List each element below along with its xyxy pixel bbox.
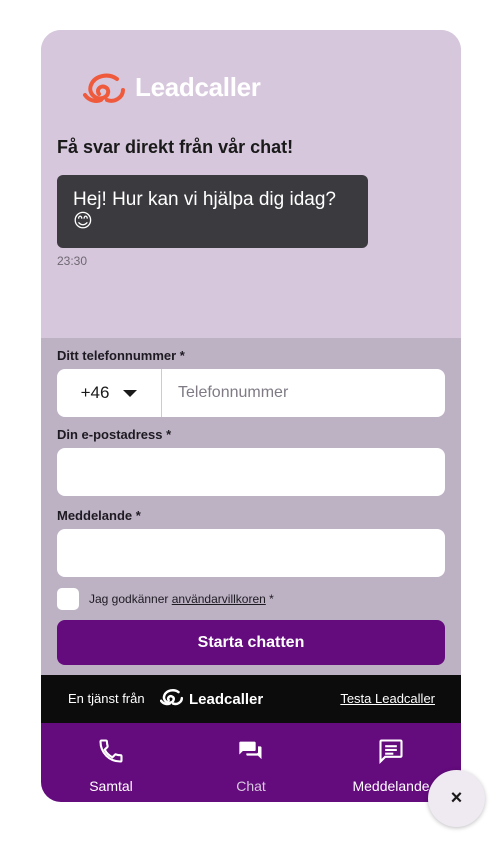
message-label: Meddelande * <box>57 508 141 523</box>
leadcaller-logo-icon <box>159 688 184 711</box>
chevron-down-icon <box>123 389 138 397</box>
footer-logo-text: Leadcaller <box>189 691 264 708</box>
nav-item-chat[interactable]: Chat <box>181 723 321 802</box>
consent-text: Jag godkänner användarvillkoren * <box>89 592 274 606</box>
chat-widget: Leadcaller Få svar direkt från vår chat!… <box>41 30 461 802</box>
nav-label-samtal: Samtal <box>89 778 133 794</box>
country-code-select[interactable]: +46 <box>57 369 162 417</box>
consent-suffix: * <box>265 592 274 606</box>
terms-link[interactable]: användarvillkoren <box>172 592 266 606</box>
brand-name: Leadcaller <box>135 72 261 102</box>
phone-icon <box>97 737 125 770</box>
email-label: Din e-postadress * <box>57 427 172 442</box>
message-field-container <box>57 529 445 577</box>
nav-label-meddelande: Meddelande <box>352 778 430 794</box>
email-field[interactable] <box>57 448 445 496</box>
close-widget-button[interactable]: × <box>428 770 485 827</box>
brand-logo: Leadcaller <box>83 72 261 103</box>
nav-item-samtal[interactable]: Samtal <box>41 723 181 802</box>
chat-header-area: Leadcaller Få svar direkt från vår chat!… <box>41 30 461 338</box>
start-chat-button[interactable]: Starta chatten <box>57 620 445 665</box>
powered-by-footer: En tjänst från Leadcaller Testa Leadcall… <box>41 675 461 723</box>
country-code-value: +46 <box>80 383 110 402</box>
consent-row: Jag godkänner användarvillkoren * <box>57 588 274 610</box>
email-field-container <box>57 448 445 496</box>
close-icon: × <box>450 787 463 809</box>
chat-message-bubble: Hej! Hur kan vi hjälpa dig idag? 😊 <box>57 175 368 248</box>
consent-prefix: Jag godkänner <box>89 592 172 606</box>
service-text: En tjänst från <box>68 691 145 706</box>
try-leadcaller-link[interactable]: Testa Leadcaller <box>340 691 435 706</box>
nav-label-chat: Chat <box>236 778 266 794</box>
phone-input[interactable] <box>162 369 445 417</box>
leadcaller-logo-icon <box>83 73 127 103</box>
consent-checkbox[interactable] <box>57 588 79 610</box>
message-field[interactable] <box>57 529 445 577</box>
message-timestamp: 23:30 <box>57 254 88 268</box>
contact-form: Ditt telefonnummer * +46 Din e-postadres… <box>41 338 461 675</box>
message-icon <box>377 737 405 770</box>
phone-field: +46 <box>57 369 445 417</box>
chat-headline: Få svar direkt från vår chat! <box>57 137 294 157</box>
footer-logo: Leadcaller <box>159 688 264 711</box>
bottom-nav: Samtal Chat Meddelande <box>41 723 461 802</box>
phone-label: Ditt telefonnummer * <box>57 348 185 363</box>
chat-icon <box>236 737 266 770</box>
